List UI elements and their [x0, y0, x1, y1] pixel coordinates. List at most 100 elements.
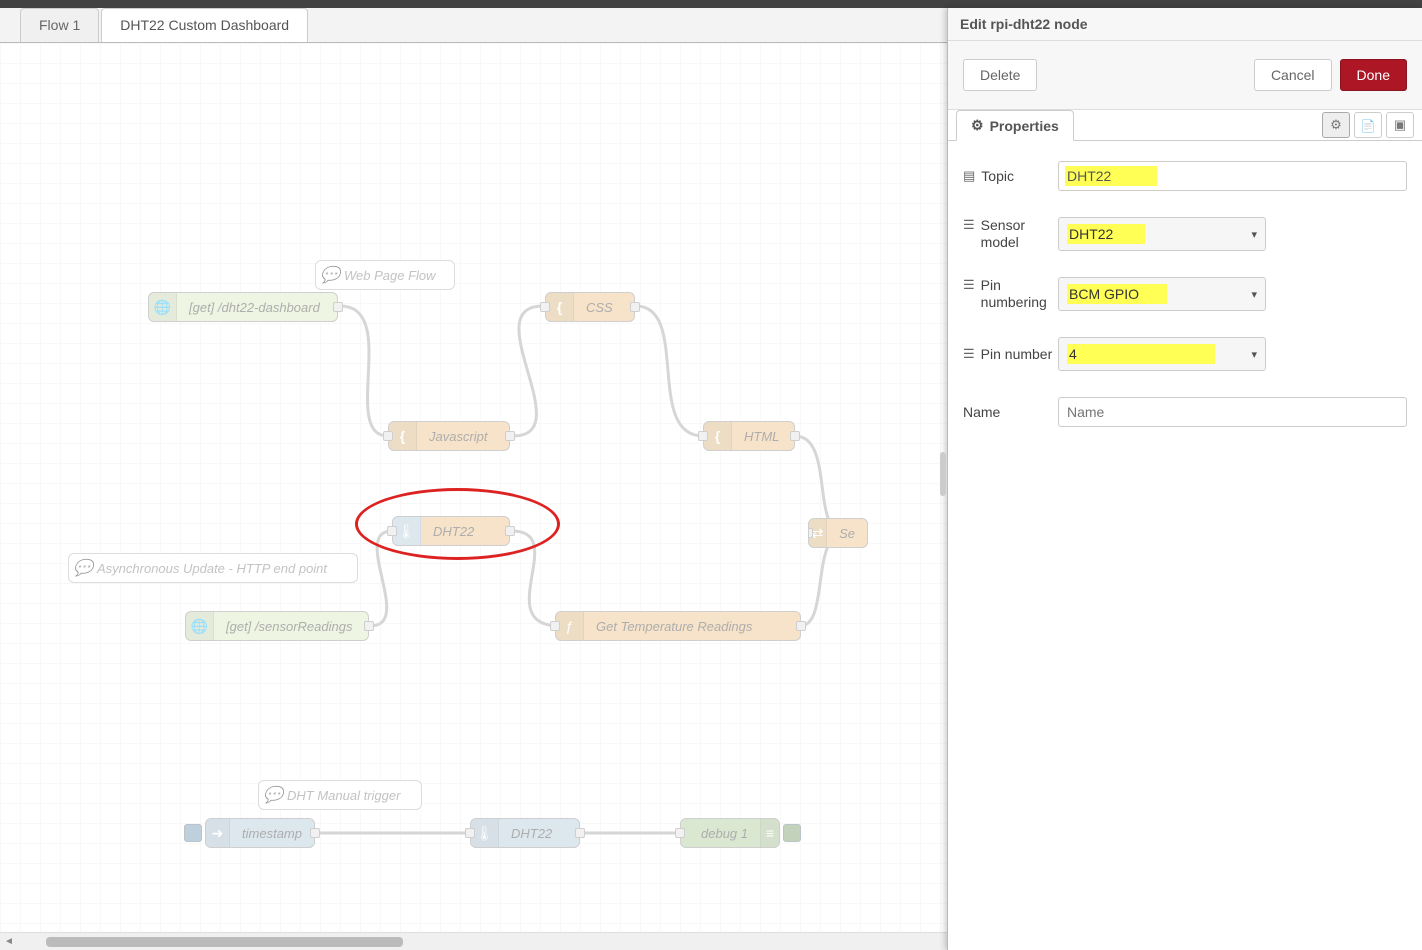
globe-icon: 🌐 — [149, 293, 177, 321]
cancel-button[interactable]: Cancel — [1254, 59, 1332, 91]
node-css[interactable]: { CSS — [545, 292, 635, 322]
template-icon: { — [704, 422, 732, 450]
appearance-icon-button[interactable] — [1386, 112, 1414, 138]
node-label: debug 1 — [689, 826, 760, 841]
node-port-in[interactable] — [675, 828, 685, 838]
delete-button[interactable]: Delete — [963, 59, 1037, 91]
scroll-left-icon[interactable]: ◄ — [0, 936, 18, 947]
node-timestamp[interactable]: ➜ timestamp — [205, 818, 315, 848]
pin-numbering-value: BCM GPIO — [1067, 284, 1167, 304]
node-port-in[interactable] — [698, 431, 708, 441]
node-dht22-2[interactable]: 🌡 DHT22 — [470, 818, 580, 848]
inject-button[interactable] — [184, 824, 202, 842]
topic-label: ▤Topic — [963, 168, 1058, 185]
topic-input[interactable]: DHT22 — [1058, 161, 1407, 191]
sensor-model-label: ☰Sensor model — [963, 217, 1058, 251]
node-label: Se — [827, 526, 867, 541]
pin-number-select[interactable]: 4 ▾ — [1058, 337, 1266, 371]
node-dht22-selected[interactable]: 🌡 DHT22 — [392, 516, 510, 546]
doc-icon — [1361, 118, 1376, 133]
chevron-down-icon: ▾ — [1251, 228, 1257, 241]
node-port-in[interactable] — [465, 828, 475, 838]
node-port-out[interactable] — [364, 621, 374, 631]
settings-icon-button[interactable] — [1322, 112, 1350, 138]
node-html[interactable]: { HTML — [703, 421, 795, 451]
node-label: CSS — [574, 300, 625, 315]
comment-manual-trigger[interactable]: 💬 DHT Manual trigger — [258, 780, 422, 810]
node-port-out[interactable] — [505, 431, 515, 441]
diagram-icon — [1394, 117, 1406, 133]
scroll-thumb[interactable] — [46, 937, 403, 947]
node-port-out[interactable] — [333, 302, 343, 312]
node-port-out[interactable] — [505, 526, 515, 536]
comment-web-page-flow[interactable]: 💬 Web Page Flow — [315, 260, 455, 290]
node-label: [get] /dht22-dashboard — [177, 300, 332, 315]
node-debug[interactable]: debug 1 ≡ — [680, 818, 780, 848]
node-label: [get] /sensorReadings — [214, 619, 364, 634]
node-port-in[interactable] — [540, 302, 550, 312]
node-port-out[interactable] — [310, 828, 320, 838]
description-icon-button[interactable] — [1354, 112, 1382, 138]
comment-label: Asynchronous Update - HTTP end point — [97, 561, 327, 576]
edit-node-panel: Edit rpi-dht22 node Delete Cancel Done P… — [947, 8, 1422, 950]
tab-dht22-dashboard[interactable]: DHT22 Custom Dashboard — [101, 8, 308, 42]
node-label: Javascript — [417, 429, 500, 444]
gear-icon — [971, 117, 984, 134]
tag-icon: ▤ — [963, 168, 975, 184]
comment-async-update[interactable]: 💬 Asynchronous Update - HTTP end point — [68, 553, 358, 583]
globe-icon: 🌐 — [186, 612, 214, 640]
done-button[interactable]: Done — [1340, 59, 1407, 91]
pin-number-label: ☰Pin number — [963, 346, 1058, 363]
node-get-temp[interactable]: ƒ Get Temperature Readings — [555, 611, 801, 641]
tab-flow-1[interactable]: Flow 1 — [20, 8, 99, 42]
comment-icon: 💬 — [316, 265, 344, 285]
sensor-model-value: DHT22 — [1067, 224, 1145, 244]
tab-label: Properties — [990, 118, 1059, 134]
inject-icon: ➜ — [206, 819, 230, 847]
node-port-out[interactable] — [796, 621, 806, 631]
template-icon: { — [389, 422, 417, 450]
pin-numbering-select[interactable]: BCM GPIO ▾ — [1058, 277, 1266, 311]
node-port-in[interactable] — [808, 528, 813, 538]
gear-icon — [1330, 117, 1342, 133]
comment-label: Web Page Flow — [344, 268, 436, 283]
node-port-in[interactable] — [387, 526, 397, 536]
panel-title: Edit rpi-dht22 node — [948, 8, 1422, 41]
node-label: HTML — [732, 429, 791, 444]
node-set[interactable]: ⇄ Se — [808, 518, 868, 548]
thermometer-icon: 🌡 — [471, 819, 499, 847]
node-port-in[interactable] — [383, 431, 393, 441]
comment-icon: 💬 — [259, 785, 287, 805]
chevron-down-icon: ▾ — [1251, 348, 1257, 361]
list-icon: ☰ — [963, 277, 975, 293]
chevron-down-icon: ▾ — [1251, 288, 1257, 301]
topic-value: DHT22 — [1065, 166, 1157, 186]
debug-toggle-button[interactable] — [783, 824, 801, 842]
list-icon: ☰ — [963, 217, 975, 233]
thermometer-icon: 🌡 — [393, 517, 421, 545]
node-httpin-dashboard[interactable]: 🌐 [get] /dht22-dashboard — [148, 292, 338, 322]
name-label: Name — [963, 404, 1058, 421]
node-label: DHT22 — [499, 826, 564, 841]
function-icon: ƒ — [556, 612, 584, 640]
node-port-out[interactable] — [630, 302, 640, 312]
node-port-in[interactable] — [550, 621, 560, 631]
pin-number-value: 4 — [1067, 344, 1215, 364]
node-label: Get Temperature Readings — [584, 619, 764, 634]
node-port-out[interactable] — [575, 828, 585, 838]
list-icon: ☰ — [963, 346, 975, 362]
sensor-model-select[interactable]: DHT22 ▾ — [1058, 217, 1266, 251]
pin-numbering-label: ☰Pin numbering — [963, 277, 1058, 311]
node-label: DHT22 — [421, 524, 486, 539]
name-input[interactable] — [1058, 397, 1407, 427]
node-httpin-sensor[interactable]: 🌐 [get] /sensorReadings — [185, 611, 369, 641]
template-icon: { — [546, 293, 574, 321]
comment-icon: 💬 — [69, 558, 97, 578]
comment-label: DHT Manual trigger — [287, 788, 400, 803]
node-label: timestamp — [230, 826, 314, 841]
node-port-out[interactable] — [790, 431, 800, 441]
debug-icon: ≡ — [760, 819, 779, 847]
tab-properties[interactable]: Properties — [956, 110, 1074, 141]
panel-splitter[interactable] — [939, 8, 947, 950]
node-javascript[interactable]: { Javascript — [388, 421, 510, 451]
